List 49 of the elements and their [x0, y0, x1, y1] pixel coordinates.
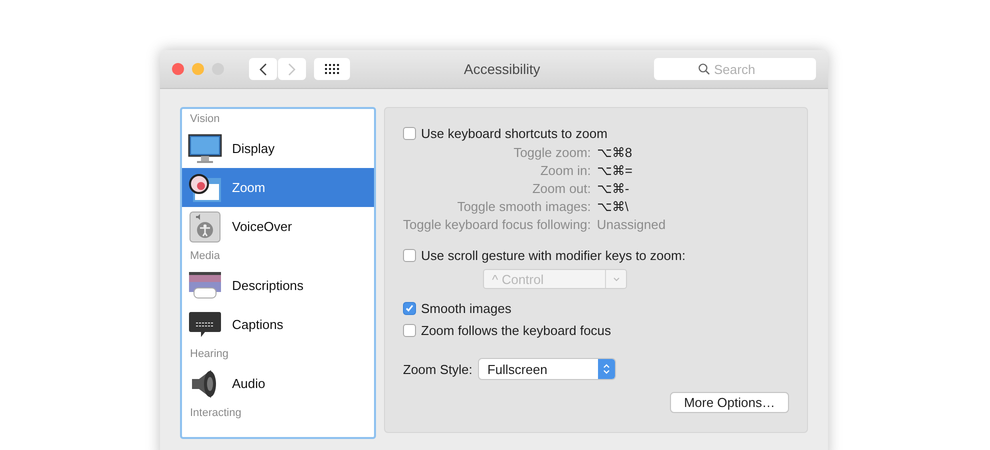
up-down-arrows-icon: [603, 363, 610, 375]
back-chevron-icon: [259, 62, 267, 76]
checkbox-label: Zoom follows the keyboard focus: [421, 323, 612, 338]
shortcut-label: Toggle zoom:: [512, 144, 591, 162]
sidebar-item[interactable]: Captions: [182, 305, 374, 344]
section-header: Hearing: [190, 348, 229, 360]
shortcut-value: Unassigned: [596, 217, 666, 232]
window-title: Accessibility: [464, 61, 540, 77]
sidebar-item[interactable]: Audio: [182, 364, 374, 403]
accessibility-icon: [188, 210, 222, 242]
sidebar-item[interactable]: VoiceOver: [182, 207, 374, 246]
checkbox[interactable]: [403, 302, 416, 315]
sidebar-item[interactable]: Zoom: [182, 168, 374, 207]
caption-bubble-icon: [188, 310, 222, 340]
sidebar-item[interactable]: Descriptions: [182, 266, 374, 305]
shortcut-value: ⌥⌘\: [596, 199, 629, 214]
shortcut-value: ⌥⌘8: [596, 145, 632, 160]
section-header: Media: [190, 250, 220, 262]
shortcut-label: Zoom out:: [531, 180, 591, 198]
minimize-button[interactable]: [192, 63, 204, 75]
section-header: Vision: [190, 113, 220, 125]
checkbox[interactable]: [403, 127, 416, 140]
back-button[interactable]: [249, 58, 277, 80]
screen-speech-icon: [188, 270, 222, 300]
close-button[interactable]: [172, 63, 184, 75]
checkbox-label: Smooth images: [421, 301, 512, 316]
checkbox-label: Use scroll gesture with modifier keys to zoom:: [421, 248, 686, 263]
show-all-button[interactable]: [314, 58, 350, 80]
zoom-style-label: Zoom Style:: [403, 362, 472, 376]
checkbox[interactable]: [403, 324, 416, 337]
sidebar-item[interactable]: Display: [182, 129, 374, 168]
magnifier-icon: [188, 172, 222, 202]
shortcut-label: Toggle smooth images:: [456, 198, 591, 216]
zoom-style-dropdown[interactable]: Fullscreen: [478, 358, 616, 380]
more-options-button[interactable]: More Options…: [670, 392, 789, 413]
grid-icon: [325, 64, 339, 74]
checkbox-label: Use keyboard shortcuts to zoom: [421, 126, 608, 141]
shortcut-label: Toggle keyboard focus following:: [403, 216, 591, 234]
shortcut-value: ⌥⌘=: [596, 163, 632, 178]
search-field[interactable]: Search: [654, 58, 816, 80]
checkbox[interactable]: [403, 249, 416, 262]
checkmark-icon: [405, 304, 414, 313]
search-icon: [698, 63, 710, 75]
section-header: Interacting: [190, 407, 242, 419]
chevron-down-icon: [612, 276, 620, 282]
shortcut-value: ⌥⌘-: [596, 181, 630, 196]
forward-chevron-icon: [288, 62, 296, 76]
shortcut-label: Zoom in:: [539, 162, 591, 180]
monitor-icon: [188, 134, 222, 164]
